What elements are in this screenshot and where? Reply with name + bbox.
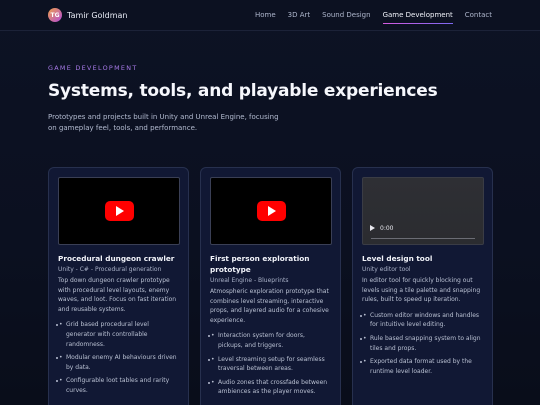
- feature-item: Configurable loot tables and rarity curv…: [59, 376, 179, 395]
- project-description: In editor tool for quickly blocking out …: [362, 277, 481, 304]
- nav-item-contact[interactable]: Contact: [465, 11, 492, 19]
- project-tech: Unity editor tool: [362, 266, 411, 273]
- video-progress-bar[interactable]: [371, 238, 475, 239]
- youtube-video-embed[interactable]: [58, 177, 180, 245]
- project-tech: Unity - C# - Procedural generation: [58, 266, 162, 273]
- project-card: 0:00 Level design tool Unity editor tool…: [352, 167, 493, 405]
- feature-item: Interaction system for doors, pickups, a…: [211, 331, 331, 350]
- video-time: 0:00: [380, 224, 394, 232]
- hero-section: GAME DEVELOPMENT Systems, tools, and pla…: [48, 64, 508, 133]
- main-nav: Home 3D Art Sound Design Game Developmen…: [243, 11, 492, 24]
- project-tech: Unreal Engine - Blueprints: [210, 277, 289, 284]
- project-title: Level design tool: [362, 254, 433, 263]
- section-eyebrow: GAME DEVELOPMENT: [48, 64, 138, 72]
- project-title: Procedural dungeon crawler: [58, 254, 175, 263]
- feature-item: Custom editor windows and handles for in…: [363, 311, 483, 330]
- feature-list: Interaction system for doors, pickups, a…: [210, 331, 331, 397]
- nav-item-sound-design[interactable]: Sound Design: [322, 11, 370, 19]
- page-title: Systems, tools, and playable experiences: [48, 81, 438, 101]
- feature-list: Grid based procedural level generator wi…: [58, 320, 179, 395]
- youtube-play-icon[interactable]: [104, 201, 134, 221]
- play-icon[interactable]: [370, 225, 375, 231]
- project-cards: Procedural dungeon crawler Unity - C# - …: [48, 167, 493, 405]
- feature-item: Rule based snapping system to align tile…: [363, 334, 483, 353]
- feature-item: Level streaming setup for seamless trave…: [211, 355, 331, 374]
- project-card: First person exploration prototype Unrea…: [200, 167, 341, 405]
- video-controls: 0:00: [367, 221, 479, 235]
- youtube-play-icon[interactable]: [256, 201, 286, 221]
- project-title: First person exploration prototype: [210, 254, 310, 274]
- project-description: Top down dungeon crawler prototype with …: [58, 277, 177, 313]
- avatar: TG: [48, 8, 62, 22]
- youtube-video-embed[interactable]: [210, 177, 332, 245]
- project-description: Atmospheric exploration prototype that c…: [210, 288, 329, 324]
- nav-item-home[interactable]: Home: [255, 11, 276, 19]
- nav-item-3d-art[interactable]: 3D Art: [288, 11, 310, 19]
- video-player[interactable]: 0:00: [362, 177, 484, 245]
- brand-name: Tamir Goldman: [67, 10, 128, 20]
- feature-item: Grid based procedural level generator wi…: [59, 320, 179, 349]
- page-description: Prototypes and projects built in Unity a…: [48, 113, 279, 132]
- project-card: Procedural dungeon crawler Unity - C# - …: [48, 167, 189, 405]
- brand-link[interactable]: TG Tamir Goldman: [48, 8, 127, 22]
- feature-item: Exported data format used by the runtime…: [363, 357, 483, 376]
- feature-item: Audio zones that crossfade between ambie…: [211, 378, 331, 397]
- top-navigation-bar: TG Tamir Goldman Home 3D Art Sound Desig…: [0, 0, 540, 31]
- feature-list: Custom editor windows and handles for in…: [362, 311, 483, 377]
- nav-item-game-development[interactable]: Game Development: [382, 11, 453, 24]
- feature-item: Modular enemy AI behaviours driven by da…: [59, 353, 179, 372]
